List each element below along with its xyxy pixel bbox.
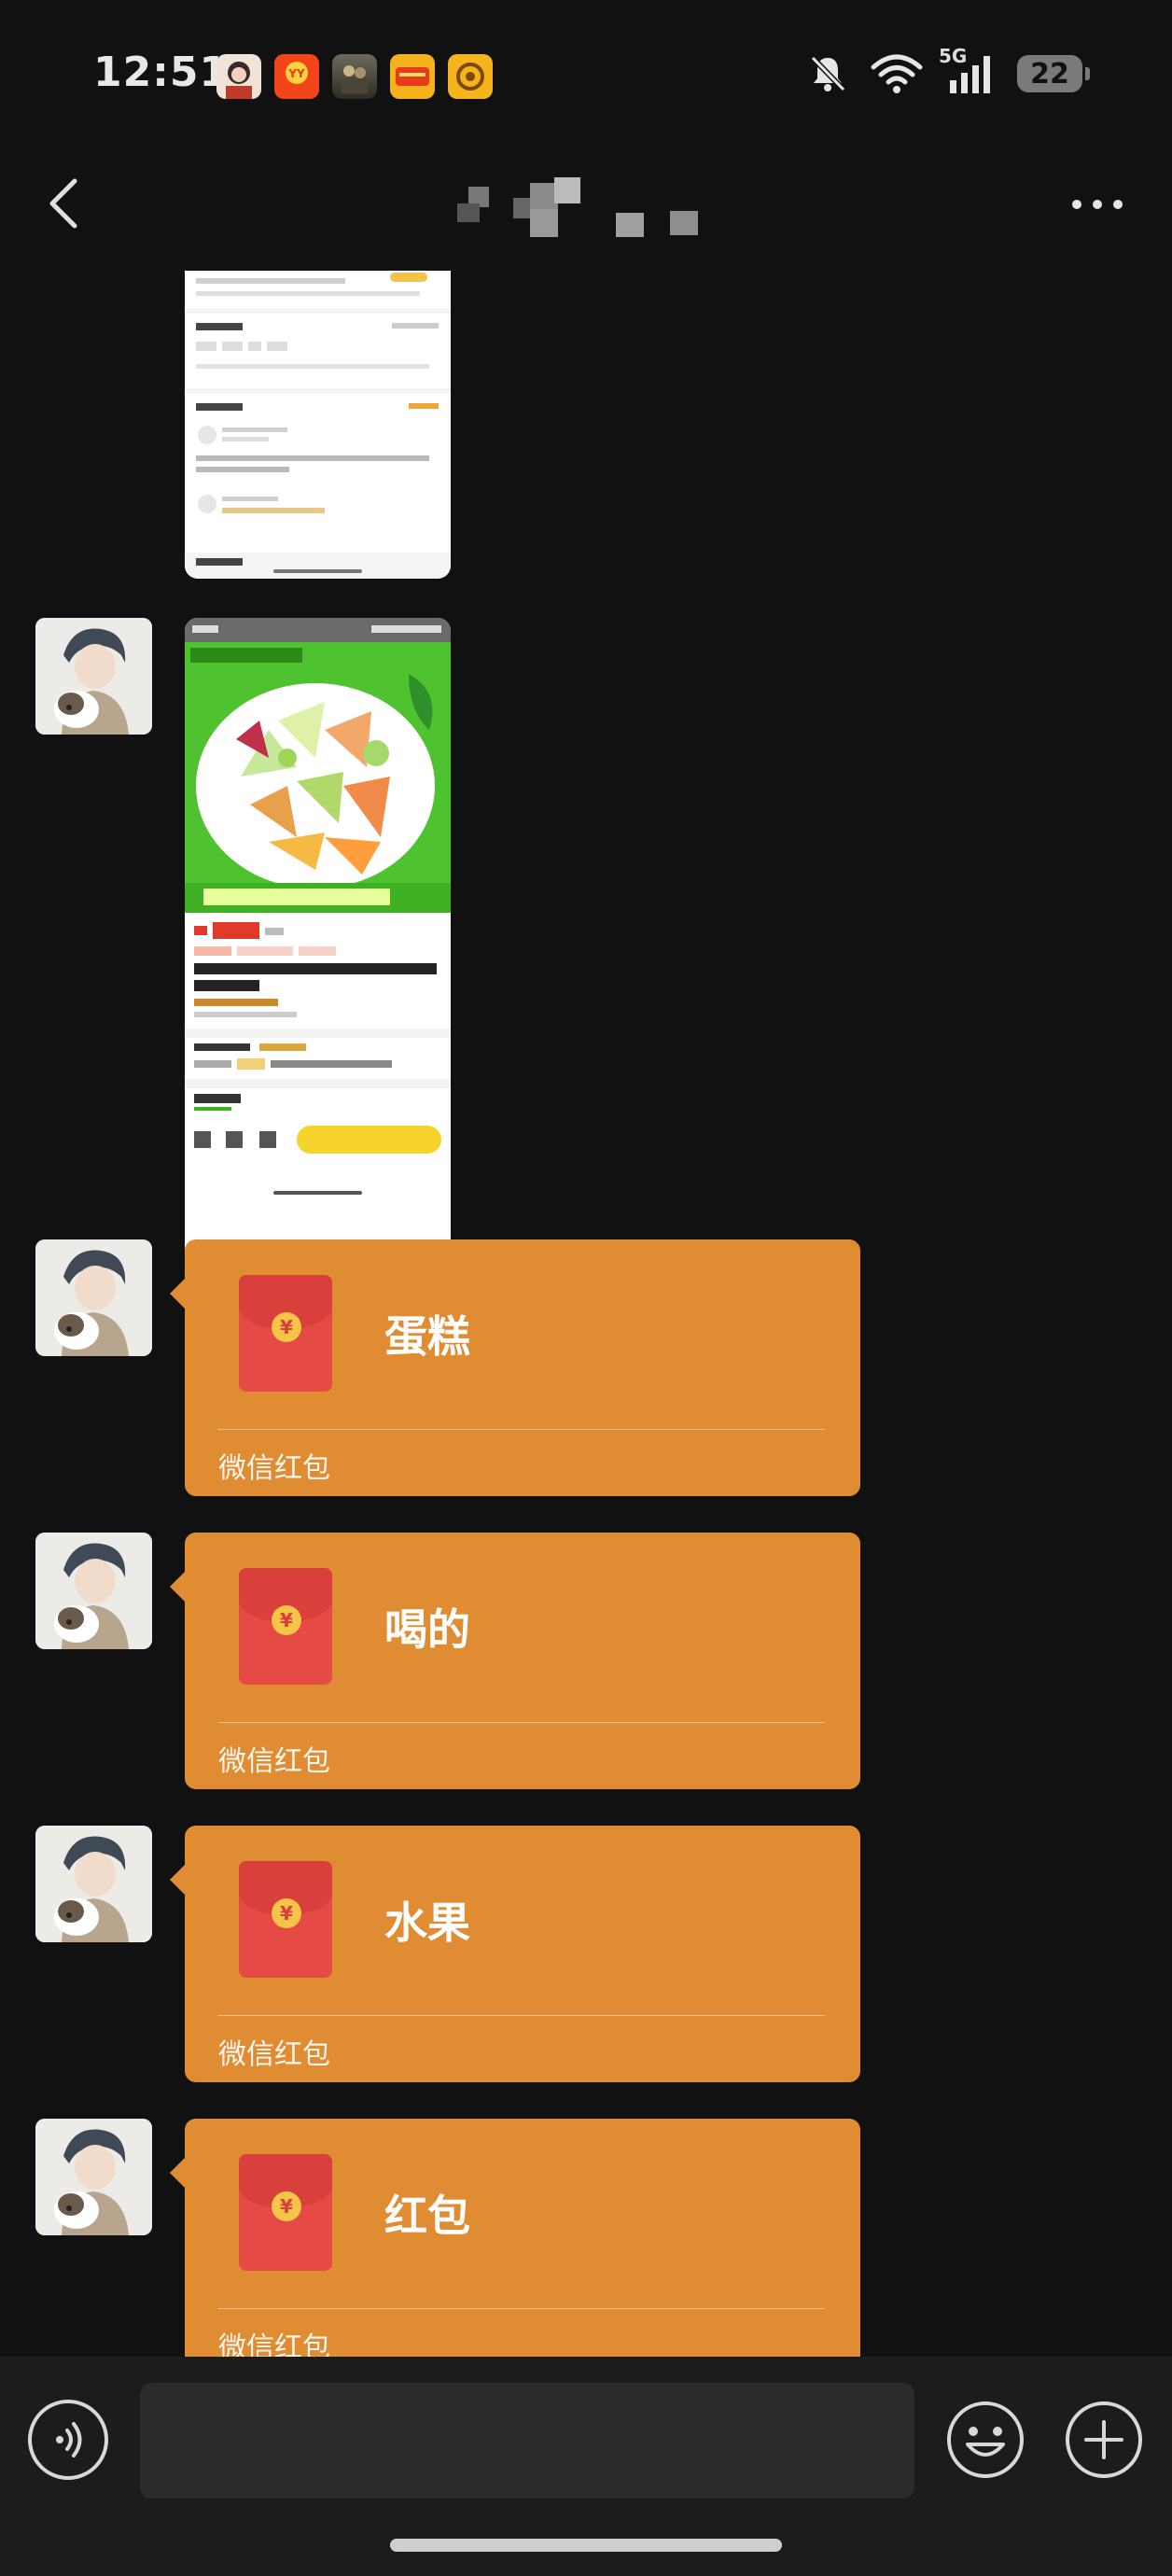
red-packet-message[interactable]: ¥ 喝的 微信红包: [170, 1533, 860, 1789]
divider: [218, 2015, 825, 2016]
avatar[interactable]: [35, 1826, 152, 1942]
red-envelope-icon: ¥: [239, 1568, 332, 1685]
image-message[interactable]: [185, 271, 451, 579]
red-envelope-icon: ¥: [239, 2154, 332, 2271]
red-packet-title: 水果: [384, 1897, 470, 1948]
avatar-illustration: [35, 1239, 152, 1356]
chevron-left-icon[interactable]: [45, 175, 82, 231]
red-envelope-icon: ¥: [239, 1275, 332, 1392]
red-envelope-icon: ¥: [239, 1861, 332, 1978]
red-packet-title: 喝的: [384, 1604, 470, 1655]
notification-app-icons: YY: [216, 54, 493, 99]
avatar[interactable]: [35, 1239, 152, 1356]
divider: [218, 1429, 825, 1430]
more-dots-icon[interactable]: [1069, 190, 1125, 218]
mute-bell-icon: [810, 55, 846, 92]
product-detail-screenshot: [185, 271, 451, 579]
avatar-illustration: [35, 2119, 152, 2235]
avatar-illustration: [35, 618, 152, 735]
yuan-coin-icon: ¥: [272, 1898, 301, 1928]
game-app-icon: [332, 54, 377, 99]
voice-icon: [56, 2422, 82, 2457]
red-packet-label: 微信红包: [218, 2331, 330, 2357]
battery-level: 22: [1030, 57, 1069, 91]
yuan-coin-icon: ¥: [272, 2191, 301, 2221]
chat-message-list[interactable]: ¥ 蛋糕 微信红包 ¥ 喝的 微信红包 ¥ 水果 微信红包 ¥ 红包 微信红包: [0, 271, 1172, 2357]
status-time: 12:51: [93, 49, 230, 96]
chat-header: [0, 149, 1172, 261]
divider: [218, 2308, 825, 2309]
red-packet-message[interactable]: ¥ 水果 微信红包: [170, 1826, 860, 2082]
signal-icon: 5G: [939, 45, 997, 95]
voice-input-button[interactable]: [28, 2400, 108, 2480]
red-packet-title: 蛋糕: [384, 1311, 470, 1362]
avatar-illustration: [35, 1826, 152, 1942]
avatar[interactable]: [35, 2119, 152, 2235]
avatar[interactable]: [35, 618, 152, 735]
plus-icon[interactable]: [1064, 2400, 1144, 2480]
home-indicator[interactable]: [390, 2539, 782, 2552]
red-packet-message[interactable]: ¥ 红包 微信红包: [170, 2119, 860, 2357]
music-app-icon: [448, 54, 493, 99]
avatar[interactable]: [35, 1533, 152, 1649]
system-status-icons: 5G 22: [806, 45, 1090, 95]
fruit-product-screenshot: [185, 618, 451, 1215]
shopping-app-icon: YY: [274, 54, 319, 99]
emoji-icon[interactable]: [945, 2400, 1026, 2480]
yuan-coin-icon: ¥: [272, 1605, 301, 1635]
red-packet-message[interactable]: ¥ 蛋糕 微信红包: [170, 1239, 860, 1496]
avatar-illustration: [35, 1533, 152, 1649]
status-bar: 12:51 YY 5G 22: [0, 0, 1172, 149]
message-input[interactable]: [140, 2383, 914, 2499]
wifi-icon: [871, 54, 923, 93]
news-app-icon: [390, 54, 435, 99]
yuan-coin-icon: ¥: [272, 1312, 301, 1342]
divider: [218, 1722, 825, 1723]
battery-icon: 22: [1017, 55, 1090, 92]
red-packet-label: 微信红包: [218, 1745, 330, 1778]
red-packet-label: 微信红包: [218, 1452, 330, 1485]
red-packet-title: 红包: [384, 2191, 470, 2241]
red-packet-label: 微信红包: [218, 2038, 330, 2071]
chat-title-pixelated: [457, 177, 698, 237]
contact-avatar-icon: [216, 54, 261, 99]
svg-text:YY: YY: [287, 67, 305, 80]
